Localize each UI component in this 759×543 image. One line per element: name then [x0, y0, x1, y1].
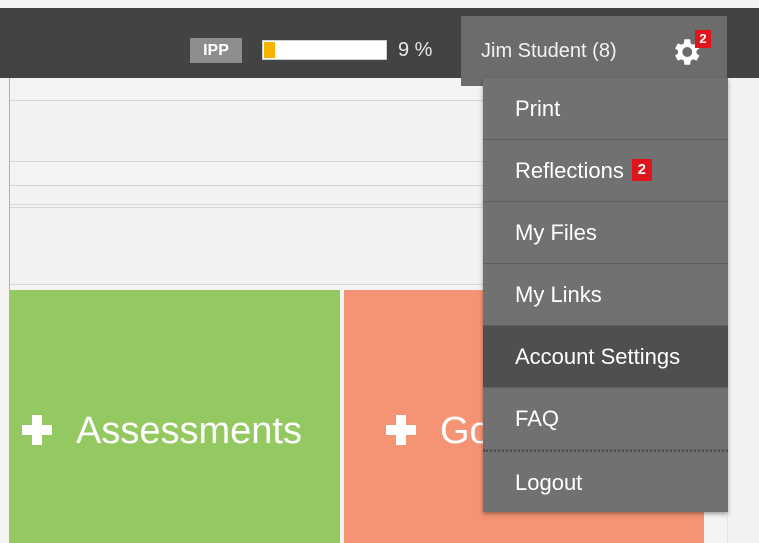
app-frame: Assessments Go IPP 9 % Jim Student (8) 2… [0, 0, 759, 543]
menu-item-label: Reflections [515, 158, 624, 183]
progress-bar [262, 40, 387, 60]
menu-item-label: FAQ [515, 406, 560, 431]
menu-item-faq[interactable]: FAQ [483, 388, 728, 450]
user-name: Jim Student (8) [481, 40, 617, 62]
assessments-label: Assessments [76, 410, 302, 452]
right-scroll-strip [727, 78, 759, 543]
notification-badge: 2 [695, 30, 711, 48]
assessments-tile[interactable]: Assessments [10, 290, 340, 543]
menu-item-label: My Links [515, 282, 602, 307]
plus-icon [22, 414, 52, 445]
goals-tile-label: Go [386, 408, 491, 454]
top-navigation-bar: IPP 9 % Jim Student (8) 2 [0, 8, 759, 86]
menu-item-my-links[interactable]: My Links [483, 264, 728, 326]
progress-percent-text: 9 % [398, 39, 433, 61]
menu-item-label: Account Settings [515, 344, 681, 369]
assessments-tile-label: Assessments [22, 408, 302, 454]
menu-item-label: My Files [515, 220, 597, 245]
menu-item-print[interactable]: Print [483, 78, 728, 140]
menu-item-logout[interactable]: Logout [483, 450, 728, 512]
menu-item-reflections[interactable]: Reflections 2 [483, 140, 728, 202]
reflections-badge: 2 [631, 159, 652, 182]
menu-item-account-settings[interactable]: Account Settings [483, 326, 728, 388]
user-dropdown-menu: Print Reflections 2 My Files My Links Acc… [483, 78, 728, 512]
ipp-badge[interactable]: IPP [190, 38, 242, 63]
menu-item-my-files[interactable]: My Files [483, 202, 728, 264]
user-menu-toggle[interactable]: Jim Student (8) 2 [461, 16, 727, 86]
menu-item-label: Logout [515, 470, 583, 495]
plus-icon [386, 414, 416, 445]
progress-bar-fill [264, 42, 275, 58]
menu-item-label: Print [515, 96, 561, 121]
